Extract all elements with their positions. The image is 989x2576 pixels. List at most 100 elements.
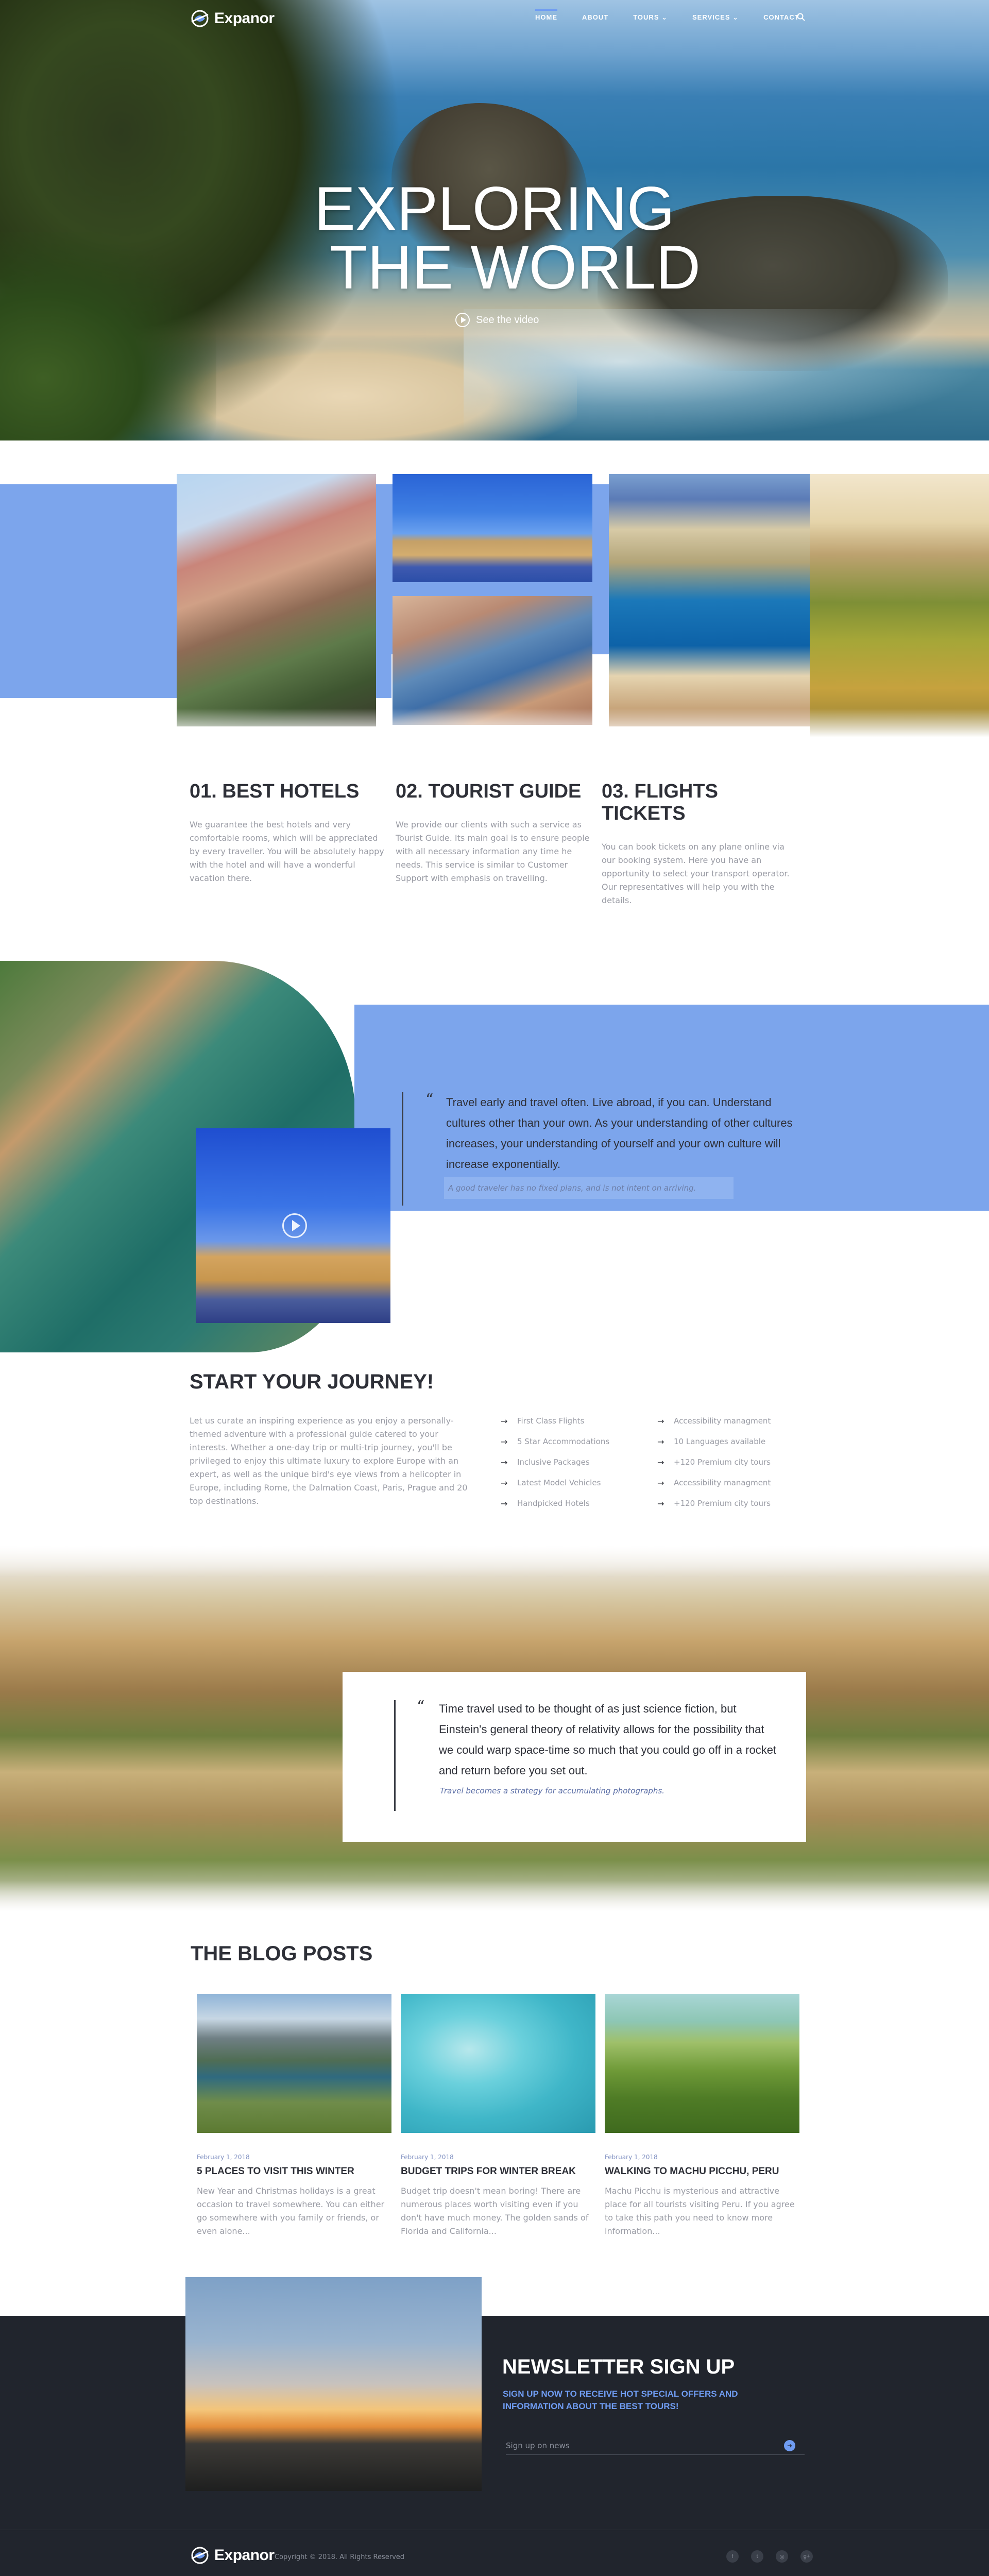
search-icon[interactable] xyxy=(796,12,806,22)
nav-services[interactable]: SERVICES ⌄ xyxy=(680,13,751,22)
photo-sailboat-video xyxy=(196,1128,390,1323)
chevron-down-icon: ⌄ xyxy=(661,13,668,21)
nav-tours[interactable]: TOURS ⌄ xyxy=(621,13,680,22)
feature-item: → Latest Model Vehicles xyxy=(501,1472,650,1493)
features-list: → Accessibility managment → 10 Languages a… xyxy=(657,1411,807,1514)
footer-logo[interactable]: Expanor xyxy=(190,2545,275,2566)
photo-sailboat xyxy=(393,474,592,582)
newsletter-subtitle: SIGN UP NOW TO RECEIVE HOT SPECIAL OFFER… xyxy=(503,2389,738,2411)
feature-label: Latest Model Vehicles xyxy=(517,1478,601,1487)
newsletter-submit-button[interactable]: ➜ xyxy=(784,2440,795,2451)
play-icon xyxy=(455,313,470,327)
photo-coast xyxy=(393,596,592,725)
feature-label: Accessibility managment xyxy=(674,1416,771,1426)
photo-beach-cliffs xyxy=(810,474,989,742)
video-play-button[interactable] xyxy=(282,1213,307,1238)
play-icon xyxy=(292,1220,300,1231)
feature-item: → 5 Star Accommodations xyxy=(501,1431,650,1452)
feature-item: → Handpicked Hotels xyxy=(501,1493,650,1514)
nav-tours-label: TOURS xyxy=(633,13,659,21)
quote-mark-icon: “ xyxy=(417,1698,425,1716)
service-text: You can book tickets on any plane online… xyxy=(602,842,790,905)
google-plus-icon[interactable]: g+ xyxy=(800,2550,813,2563)
instagram-icon[interactable]: ◎ xyxy=(776,2550,788,2563)
blog-post-text: Budget trip doesn't mean boring! There a… xyxy=(401,2186,589,2236)
blog-post-date: February 1, 2018 xyxy=(197,2154,250,2161)
service-card: 03. FLIGHTS TICKETS You can book tickets… xyxy=(602,781,797,907)
arrow-right-icon: → xyxy=(501,1498,508,1509)
nav-home[interactable]: HOME xyxy=(523,9,570,22)
feature-item: → Accessibility managment xyxy=(657,1472,807,1493)
arrow-right-icon: → xyxy=(657,1457,664,1467)
logo-text: Expanor xyxy=(214,2547,275,2564)
quote-section: “ Travel early and travel often. Live ab… xyxy=(0,951,989,1352)
arrow-right-icon: → xyxy=(501,1478,508,1488)
feature-label: Handpicked Hotels xyxy=(517,1499,590,1508)
nav-services-label: SERVICES xyxy=(692,13,730,21)
quote2-card: “ Time travel used to be thought of as j… xyxy=(343,1672,806,1842)
photo-tanah-lot-sunset xyxy=(185,2277,482,2491)
feature-label: Accessibility managment xyxy=(674,1478,771,1487)
quote2-section: “ Time travel used to be thought of as j… xyxy=(0,1546,989,1911)
facebook-icon[interactable]: f xyxy=(726,2550,739,2563)
blog-post-image[interactable] xyxy=(401,1994,595,2133)
arrow-right-icon: → xyxy=(501,1457,508,1467)
service-card: 01. BEST HOTELS We guarantee the best ho… xyxy=(190,781,385,885)
social-links: f t ◎ g+ xyxy=(726,2550,813,2563)
blog-post-image[interactable] xyxy=(605,1994,799,2133)
blog-post-title[interactable]: WALKING TO MACHU PICCHU, PERU xyxy=(605,2166,799,2177)
chevron-down-icon: ⌄ xyxy=(732,13,739,21)
quote-mark-icon: “ xyxy=(425,1091,434,1109)
arrow-right-icon: ➜ xyxy=(787,2442,793,2449)
journey-text: Let us curate an inspiring experience as… xyxy=(190,1416,468,1506)
feature-label: 10 Languages available xyxy=(674,1437,766,1446)
photo-navagio-beach xyxy=(609,474,810,726)
twitter-icon[interactable]: t xyxy=(751,2550,763,2563)
logo-text: Expanor xyxy=(214,10,275,27)
blog-post[interactable]: February 1, 2018 WALKING TO MACHU PICCHU… xyxy=(605,1994,799,2238)
feature-item: → +120 Premium city tours xyxy=(657,1452,807,1472)
service-card: 02. TOURIST GUIDE We provide our clients… xyxy=(396,781,591,885)
feature-label: +120 Premium city tours xyxy=(674,1499,771,1508)
feature-item: → Inclusive Packages xyxy=(501,1452,650,1472)
feature-label: Inclusive Packages xyxy=(517,1458,590,1467)
service-title: 02. TOURIST GUIDE xyxy=(396,781,582,802)
blog-post-image[interactable] xyxy=(197,1994,391,2133)
blog-post[interactable]: February 1, 2018 5 PLACES TO VISIT THIS … xyxy=(197,1994,391,2238)
nav-about[interactable]: ABOUT xyxy=(570,13,621,22)
feature-item: → 10 Languages available xyxy=(657,1431,807,1452)
see-video-label: See the video xyxy=(476,314,539,326)
main-nav: HOME ABOUT TOURS ⌄ SERVICES ⌄ CONTACT xyxy=(523,9,812,22)
service-text: We provide our clients with such a servi… xyxy=(396,820,590,883)
feature-label: 5 Star Accommodations xyxy=(517,1437,610,1446)
blog-post-text: Machu Picchu is mysterious and attractiv… xyxy=(605,2186,795,2236)
photo-cinque-terre xyxy=(177,474,376,726)
features-list: → First Class Flights → 5 Star Accommodati… xyxy=(501,1411,650,1514)
gallery-section xyxy=(0,440,989,750)
newsletter-title: NEWSLETTER SIGN UP xyxy=(502,2355,735,2378)
see-video-link[interactable]: See the video xyxy=(455,312,539,328)
feature-item: → Accessibility managment xyxy=(657,1411,807,1431)
newsletter-section xyxy=(0,2316,989,2576)
hero-title-line2: THE WORLD xyxy=(330,233,701,302)
hero-title: EXPLORING THE WORLD xyxy=(288,178,701,302)
quote-text: Travel early and travel often. Live abro… xyxy=(446,1096,793,1171)
logo[interactable]: Expanor xyxy=(190,8,275,29)
service-title: 01. BEST HOTELS xyxy=(190,781,360,802)
blog-post-title[interactable]: BUDGET TRIPS FOR WINTER BREAK xyxy=(401,2166,595,2177)
blog-heading: THE BLOG POSTS xyxy=(191,1942,373,1965)
blog-post[interactable]: February 1, 2018 BUDGET TRIPS FOR WINTER… xyxy=(401,1994,595,2238)
blog-post-title[interactable]: 5 PLACES TO VISIT THIS WINTER xyxy=(197,2166,391,2177)
blog-section: THE BLOG POSTS February 1, 2018 5 PLACES… xyxy=(191,1937,809,2246)
arrow-right-icon: → xyxy=(657,1436,664,1447)
logo-globe-icon xyxy=(191,2547,209,2564)
quote-bar xyxy=(394,1700,396,1811)
logo-globe-icon xyxy=(191,10,209,27)
services-section: 01. BEST HOTELS We guarantee the best ho… xyxy=(190,781,800,914)
quote-bar xyxy=(402,1092,403,1206)
newsletter-email-input[interactable] xyxy=(506,2437,805,2455)
feature-label: +120 Premium city tours xyxy=(674,1458,771,1467)
arrow-right-icon: → xyxy=(657,1498,664,1509)
quote-sub: Travel becomes a strategy for accumulati… xyxy=(440,1786,664,1795)
blog-post-text: New Year and Christmas holidays is a gre… xyxy=(197,2186,385,2236)
